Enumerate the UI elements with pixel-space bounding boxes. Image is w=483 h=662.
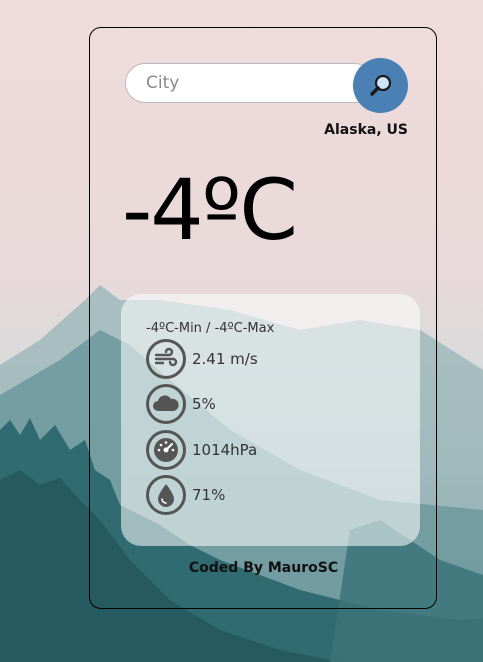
current-temperature: -4ºC [122,161,298,259]
droplet-icon [146,475,186,515]
humidity-row: 71% [146,475,226,515]
search-button[interactable] [353,58,408,113]
footer-credit: Coded By MauroSC [188,560,339,576]
pressure-row: 1014hPa [146,430,258,470]
wind-value: 2.41 m/s [192,350,258,368]
wind-icon [146,339,186,379]
humidity-value: 71% [192,486,226,504]
gauge-icon [146,430,186,470]
city-search-input[interactable] [125,63,375,103]
magnifier-icon [369,74,391,96]
clouds-row: 5% [146,384,216,424]
min-max-temperature: -4ºC-Min / -4ºC-Max [146,321,275,336]
location-label: Alaska, US [324,122,408,138]
wind-row: 2.41 m/s [146,339,258,379]
cloud-icon [146,384,186,424]
pressure-value: 1014hPa [192,441,258,459]
clouds-value: 5% [192,395,216,413]
